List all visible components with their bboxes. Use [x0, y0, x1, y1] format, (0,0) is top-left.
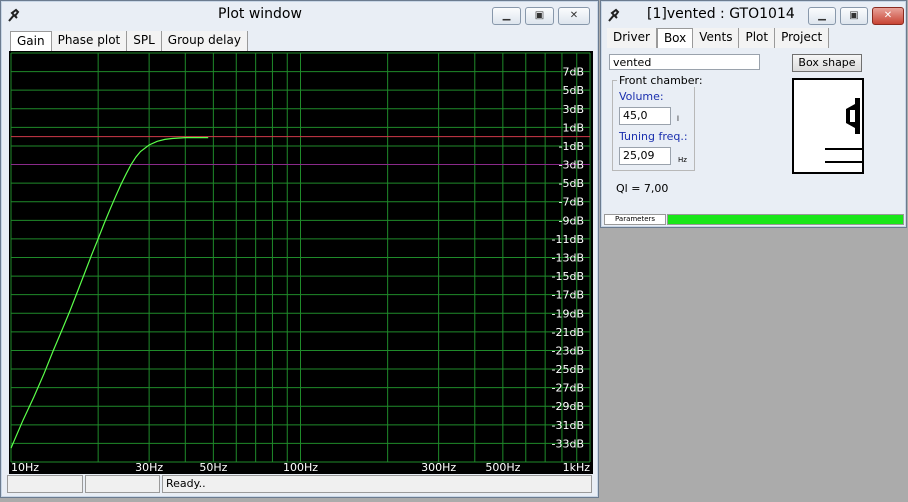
app-icon — [8, 8, 20, 22]
tab-vents[interactable]: Vents — [693, 28, 740, 48]
box-type-field[interactable]: vented — [609, 54, 760, 70]
y-tick-label: 5dB — [562, 84, 584, 97]
x-tick-label: 100Hz — [283, 461, 318, 474]
restore-icon: ▣ — [849, 10, 859, 21]
y-tick-label: -9dB — [559, 214, 585, 227]
x-tick-label: 300Hz — [421, 461, 456, 474]
y-tick-label: -21dB — [552, 326, 585, 339]
y-tick-label: -15dB — [552, 270, 585, 283]
box-window-titlebar[interactable]: [1]vented : GTO1014 ▁ ▣ ✕ — [601, 1, 906, 29]
box-shape-preview — [792, 78, 864, 174]
gain-chart[interactable]: 7dB 5dB 3dB 1dB -1dB -3dB -5dB -7dB -9dB -11dB -13… — [9, 51, 593, 474]
y-tick-label: -33dB — [552, 437, 585, 450]
parameters-progress-fill — [668, 215, 903, 224]
parameters-label: Parameters — [615, 215, 656, 223]
y-tick-label: -29dB — [552, 400, 585, 413]
y-tick-label: -23dB — [552, 344, 585, 357]
maximize-button[interactable]: ▣ — [840, 7, 868, 25]
minimize-icon: ▁ — [502, 10, 511, 21]
maximize-button[interactable]: ▣ — [525, 7, 554, 25]
status-bar: Ready.. — [7, 475, 592, 493]
plot-window: Plot window ▁ ▣ ✕ Gain Phase plot SPL Gr… — [0, 0, 599, 498]
minimize-icon: ▁ — [818, 10, 826, 21]
box-window-title: [1]vented : GTO1014 — [647, 6, 795, 22]
tab-plot[interactable]: Plot — [739, 28, 776, 48]
tab-group-delay[interactable]: Group delay — [161, 31, 248, 51]
y-tick-label: 1dB — [562, 121, 584, 134]
close-button[interactable]: ✕ — [558, 7, 590, 25]
box-tabs: Driver Box Vents Plot Project — [607, 28, 830, 48]
y-tick-label: -1dB — [559, 140, 585, 153]
gain-curve-series-0 — [10, 136, 209, 449]
close-button[interactable]: ✕ — [872, 7, 904, 25]
y-tick-label: -31dB — [552, 419, 585, 432]
tuning-freq-input[interactable]: 25,09 — [619, 147, 671, 165]
app-icon — [608, 8, 620, 22]
y-tick-label: -7dB — [559, 196, 585, 209]
tuning-freq-label: Tuning freq.: — [619, 130, 688, 143]
y-tick-label: -17dB — [552, 289, 585, 302]
x-tick-label: 500Hz — [485, 461, 520, 474]
plot-tabs: Gain Phase plot SPL Group delay — [10, 31, 248, 51]
y-tick-label: -11dB — [552, 233, 585, 246]
minimize-button[interactable]: ▁ — [492, 7, 521, 25]
x-tick-label: 30Hz — [135, 461, 163, 474]
ql-value: Ql = 7,00 — [616, 182, 669, 195]
tuning-freq-unit: Hz — [678, 156, 687, 164]
y-tick-label: -13dB — [552, 252, 585, 265]
x-tick-label: 50Hz — [199, 461, 227, 474]
y-tick-label: -25dB — [552, 363, 585, 376]
x-tick-label: 1kHz — [563, 461, 591, 474]
volume-label: Volume: — [619, 90, 664, 103]
parameters-progress — [667, 214, 904, 225]
status-text: Ready.. — [162, 475, 592, 493]
close-icon: ✕ — [883, 10, 893, 21]
y-tick-label: -3dB — [559, 159, 585, 172]
tab-phase-plot[interactable]: Phase plot — [51, 31, 128, 51]
restore-icon: ▣ — [534, 10, 545, 21]
plot-window-title: Plot window — [218, 6, 302, 22]
volume-unit: l — [677, 115, 679, 123]
volume-input[interactable]: 45,0 — [619, 107, 671, 125]
status-cell-1 — [7, 475, 83, 493]
tab-driver[interactable]: Driver — [607, 28, 657, 48]
y-tick-label: -19dB — [552, 307, 585, 320]
box-shape-button[interactable]: Box shape — [792, 54, 862, 72]
close-icon: ✕ — [569, 10, 579, 21]
tab-spl[interactable]: SPL — [127, 31, 162, 51]
y-tick-label: 3dB — [562, 103, 584, 116]
y-tick-label: 7dB — [562, 66, 584, 79]
tab-gain[interactable]: Gain — [10, 31, 52, 51]
y-tick-label: -5dB — [559, 177, 585, 190]
tab-project[interactable]: Project — [775, 28, 830, 48]
minimize-button[interactable]: ▁ — [808, 7, 836, 25]
parameters-tab[interactable]: Parameters — [604, 214, 666, 225]
status-cell-2 — [85, 475, 160, 493]
tab-box[interactable]: Box — [656, 28, 694, 48]
y-tick-label: -27dB — [552, 382, 585, 395]
box-window: [1]vented : GTO1014 ▁ ▣ ✕ Driver Box Ven… — [600, 0, 907, 228]
front-chamber-label: Front chamber: — [617, 74, 705, 87]
plot-window-titlebar[interactable]: Plot window ▁ ▣ ✕ — [1, 1, 598, 29]
x-tick-label: 10Hz — [11, 461, 39, 474]
